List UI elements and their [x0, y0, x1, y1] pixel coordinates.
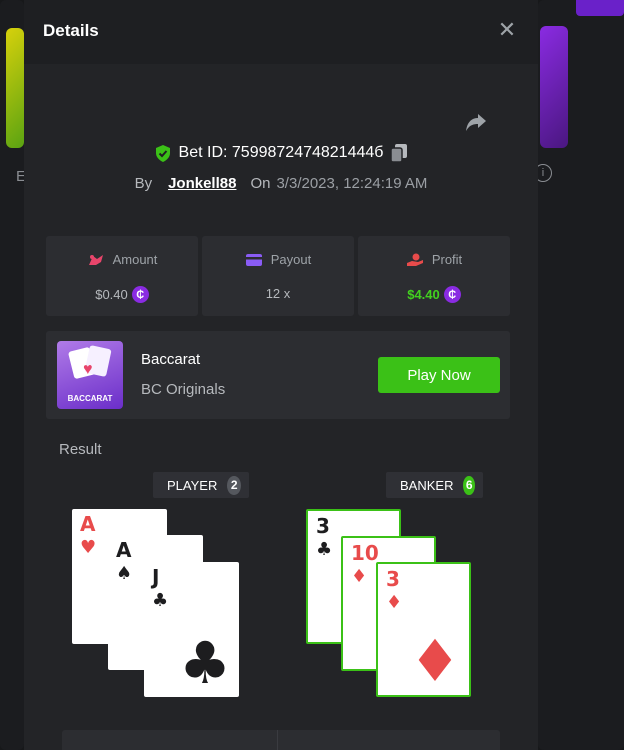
payout-label: Payout [270, 252, 312, 267]
player-tag: PLAYER 2 [153, 472, 249, 498]
game-name: Baccarat [141, 351, 201, 368]
close-icon[interactable]: ✕ [496, 19, 518, 41]
background-game-tile [540, 26, 568, 148]
payout-value-row: 12 x [202, 286, 354, 301]
card-suit-icon: ♥ [80, 537, 97, 558]
bet-datetime: 3/3/2023, 12:24:19 AM [276, 175, 428, 192]
card-suit-icon: ♠ [116, 563, 133, 584]
profit-stat: Profit $4.40 ₵ [358, 236, 510, 316]
card-rank: 3 [316, 514, 330, 538]
result-label: Result [59, 441, 102, 458]
card-suit-icon: ♦ [351, 566, 368, 587]
card-rank: A [116, 538, 132, 562]
amount-value-row: $0.40 ₵ [46, 286, 198, 303]
profit-value: $4.40 [407, 287, 440, 302]
bet-id: Bet ID: 7599872474821444б [178, 144, 384, 161]
baccarat-thumbnail: ♥ BACCARAT [57, 341, 123, 409]
card-suit-icon: ♦ [386, 592, 403, 613]
card-rank: A [80, 512, 96, 536]
copy-icon[interactable] [391, 144, 408, 162]
bet-details-modal: Details ✕ Bet ID: 7599872474821444б By J… [24, 0, 538, 750]
payout-stat: Payout 12 x [202, 236, 354, 316]
modal-header: Details ✕ [24, 0, 538, 64]
background-game-tile [6, 28, 24, 148]
card-rank: J [152, 565, 160, 589]
banker-label: BANKER [400, 477, 454, 493]
background-top-tile [576, 0, 624, 16]
payout-card-icon [245, 253, 262, 266]
bet-meta-row: By Jonkell88 On 3/3/2023, 12:24:19 AM [24, 175, 538, 192]
payout-value: 12 x [265, 286, 291, 301]
amount-header: Amount [46, 252, 198, 267]
share-icon[interactable] [464, 110, 488, 134]
game-panel: ♥ BACCARAT Baccarat BC Originals Play No… [46, 331, 510, 419]
play-now-button[interactable]: Play Now [378, 357, 500, 393]
profit-header: Profit [358, 252, 510, 267]
card-suit-icon: ♣ [316, 539, 333, 560]
by-label: By [134, 175, 153, 192]
footer-divider [277, 730, 278, 750]
thumbnail-heart-icon: ♥ [83, 361, 93, 378]
card-big-suit-icon: ♣ [179, 629, 231, 697]
card-big-suit-icon: ♦ [409, 627, 461, 695]
thumbnail-text: BACCARAT [67, 394, 113, 403]
footer-panel [62, 730, 500, 750]
payout-header: Payout [202, 252, 354, 267]
profit-label: Profit [431, 252, 463, 267]
playing-card: J ♣ ♣ [144, 562, 239, 697]
card-rank: 3 [386, 567, 400, 591]
profit-hand-icon [406, 253, 423, 266]
bet-id-row: Bet ID: 7599872474821444б [24, 144, 538, 162]
amount-value: $0.40 [95, 287, 128, 302]
coin-icon: ₵ [443, 286, 461, 303]
on-label: On [250, 175, 271, 192]
profit-value-row: $4.40 ₵ [358, 286, 510, 303]
modal-title: Details [43, 21, 99, 40]
player-score: 2 [227, 475, 241, 495]
coin-icon: ₵ [131, 286, 149, 303]
banker-score: 6 [463, 475, 475, 495]
bet-stats: Amount $0.40 ₵ Payout 12 x Profit $4.40 … [46, 236, 510, 316]
amount-icon [88, 254, 103, 265]
amount-label: Amount [112, 252, 158, 267]
player-label: PLAYER [167, 477, 218, 493]
game-provider: BC Originals [141, 381, 226, 398]
verified-shield-icon [155, 144, 170, 162]
playing-card: 3 ♦ ♦ [376, 562, 471, 697]
banker-tag: BANKER 6 [386, 472, 483, 498]
username-link[interactable]: Jonkell88 [168, 175, 236, 192]
amount-stat: Amount $0.40 ₵ [46, 236, 198, 316]
card-rank: 10 [351, 541, 379, 565]
card-suit-icon: ♣ [152, 590, 169, 611]
